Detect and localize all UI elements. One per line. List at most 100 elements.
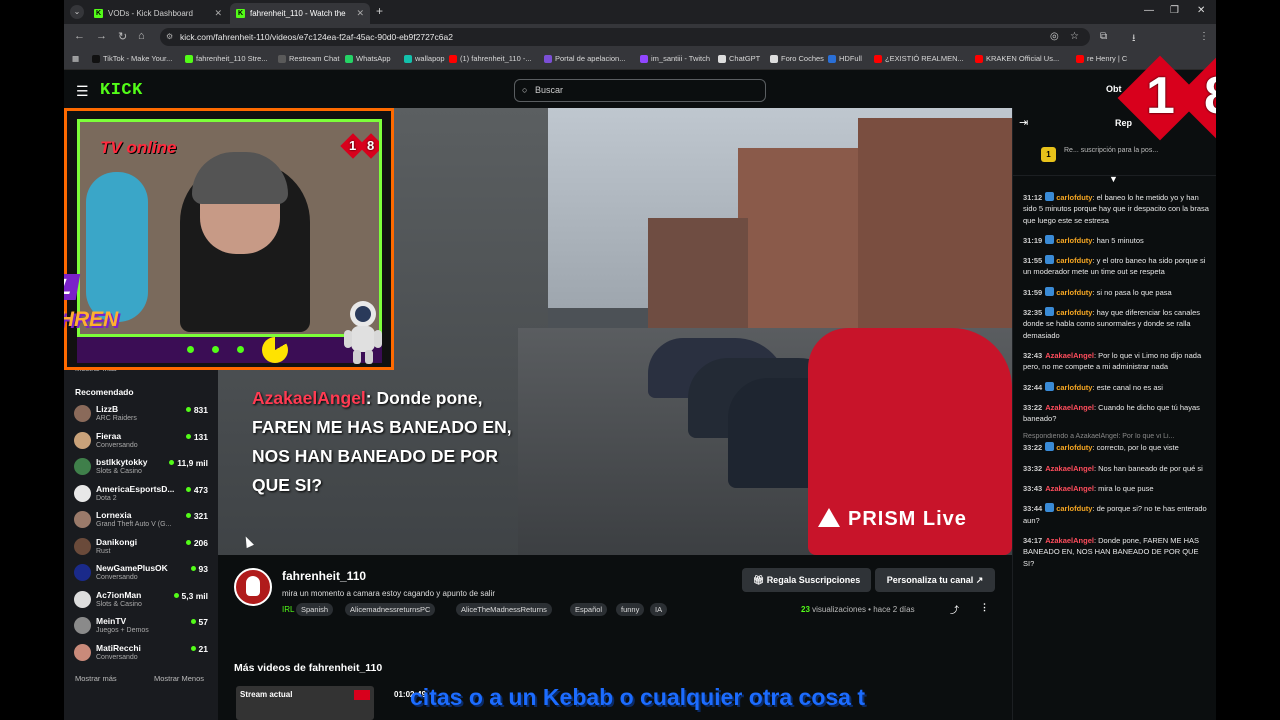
bookmark-item[interactable]: Foro Coches — [770, 54, 824, 63]
pac-dot — [212, 346, 219, 353]
site-info-icon[interactable]: ⚙ — [166, 28, 173, 46]
url-field[interactable]: ⚙ kick.com/fahrenheit-110/videos/e7c124e… — [160, 28, 1090, 46]
message-username[interactable]: AzakaelAngel — [1045, 351, 1094, 360]
eye-off-icon[interactable]: ◎ — [1050, 31, 1059, 42]
badge-digit: 1 — [349, 138, 357, 153]
tag-chip[interactable]: AlicemadnessreturnsPC — [345, 603, 436, 616]
message-username[interactable]: carlofduty — [1056, 256, 1092, 265]
message-username[interactable]: AzakaelAngel — [1045, 403, 1094, 412]
gift-subscriptions-button[interactable]: 🎁︎ Regala Suscripciones — [742, 568, 871, 592]
tag-chip[interactable]: IA — [650, 603, 668, 616]
bookmark-item[interactable]: ¿EXISTIÓ REALMEN... — [874, 54, 964, 63]
forward-icon[interactable]: → — [96, 30, 107, 42]
tag-chip[interactable]: Español — [570, 603, 608, 616]
message-username[interactable]: carlofduty — [1056, 504, 1092, 513]
close-tab-icon[interactable]: ✕ — [356, 8, 364, 19]
channel-category: Slots & Casino — [96, 468, 142, 475]
tag-chip[interactable]: Spanish — [296, 603, 334, 616]
more-options-icon[interactable]: ⋮ — [980, 602, 989, 613]
hamburger-menu-icon[interactable]: ☰ — [76, 83, 89, 100]
bookmark-item[interactable]: KRAKEN Official Us... — [975, 54, 1059, 63]
views-label: visualizaciones — [812, 605, 866, 614]
message-username[interactable]: AzakaelAngel — [1045, 464, 1094, 473]
reload-icon[interactable]: ↻ — [118, 30, 127, 43]
bookmark-item[interactable]: wallapop — [404, 54, 445, 63]
collapse-chat-icon[interactable]: ⇥ — [1019, 116, 1028, 129]
message-username[interactable]: carlofduty — [1056, 443, 1092, 452]
home-icon[interactable]: ⌂ — [138, 30, 145, 42]
el-fahren-logo: EL FAHREN — [64, 270, 144, 360]
tag-chip[interactable]: funny — [616, 603, 645, 616]
channel-avatar — [74, 431, 91, 449]
browser-tab-vods[interactable]: K VODs - Kick Dashboard ✕ — [88, 3, 228, 24]
new-tab-icon[interactable]: + — [376, 4, 383, 18]
tag-chip[interactable]: AliceTheMadnessReturns — [456, 603, 552, 616]
viewer-count: 57 — [191, 617, 208, 627]
message-username[interactable]: carlofduty — [1056, 193, 1092, 202]
message-time: 33:44 — [1023, 504, 1043, 514]
close-tab-icon[interactable]: ✕ — [214, 8, 222, 19]
search-input[interactable]: ○ Buscar — [514, 79, 766, 102]
bookmark-item[interactable]: HDFull — [828, 54, 862, 63]
bookmark-item[interactable]: Portal de apelacion... — [544, 54, 625, 63]
expand-arrow-icon[interactable]: ▼ — [1109, 174, 1118, 184]
maximize-icon[interactable]: ❐ — [1170, 5, 1179, 16]
overlay-username: AzakaelAngel — [252, 388, 366, 408]
bookmark-favicon-icon — [640, 54, 648, 63]
channel-category: Conversando — [96, 441, 138, 449]
badge-digit: 8 — [1204, 66, 1216, 126]
channel-name[interactable]: fahrenheit_110 — [282, 569, 366, 583]
bookmark-star-icon[interactable]: ☆ — [1070, 31, 1079, 42]
message-username[interactable]: carlofduty — [1056, 288, 1092, 297]
message-username[interactable]: carlofduty — [1056, 308, 1092, 317]
sidebar-channel-item[interactable]: Danikongi Rust 206 — [64, 534, 218, 560]
channel-avatar[interactable] — [234, 568, 272, 606]
message-username[interactable]: carlofduty — [1056, 236, 1092, 245]
sidebar-channel-item[interactable]: Fieraa Conversando 131 — [64, 428, 218, 454]
sidebar-channel-item[interactable]: bstlkkytokky Slots & Casino 11,9 mil — [64, 454, 218, 480]
message-username[interactable]: carlofduty — [1056, 383, 1092, 392]
sidebar-channel-item[interactable]: LizzB ARC Raiders 831 — [64, 401, 218, 427]
bookmark-item[interactable]: TikTok - Make Your... — [92, 54, 172, 63]
building — [648, 218, 748, 338]
kick-header: ☰ KICK ○ Buscar Obt — [64, 72, 1216, 108]
kick-logo[interactable]: KICK — [100, 81, 143, 100]
show-less-link[interactable]: Mostrar Menos — [154, 674, 204, 683]
close-window-icon[interactable]: ✕ — [1197, 5, 1205, 16]
message-time: 32:44 — [1023, 382, 1043, 392]
bookmark-item[interactable]: Restream Chat — [278, 54, 339, 63]
message-time: 33:22 — [1023, 443, 1043, 453]
bookmark-item[interactable]: fahrenheit_110 Stre... — [185, 54, 268, 63]
video-thumbnail[interactable]: Stream actual — [236, 686, 374, 720]
sidebar-channel-item[interactable]: NewGamePlusOK Conversando 93 — [64, 560, 218, 586]
bookmark-item[interactable]: im_santiii - Twitch — [640, 54, 710, 63]
apps-grid-icon[interactable]: ▦ — [72, 54, 79, 63]
chat-message: 31:59 carlofduty: si no pasa lo que pasa — [1023, 286, 1209, 298]
message-username[interactable]: AzakaelAngel — [1045, 484, 1094, 493]
sidebar-channel-item[interactable]: MatiRecchi Conversando 21 — [64, 640, 218, 666]
browser-tab-video[interactable]: K fahrenheit_110 - Watch the ✕ — [230, 3, 370, 24]
bookmark-item[interactable]: WhatsApp — [345, 54, 391, 63]
extensions-icon[interactable]: ⧉ — [1100, 31, 1107, 42]
sidebar-channel-item[interactable]: Lornexia Grand Theft Auto V (G... 321 — [64, 507, 218, 533]
bookmark-item[interactable]: ChatGPT — [718, 54, 760, 63]
channel-name: NewGamePlusOK — [96, 563, 168, 573]
bookmark-label: WhatsApp — [356, 54, 391, 63]
badge-digit: 1 — [1146, 67, 1175, 125]
customize-channel-button[interactable]: Personaliza tu canal ↗ — [875, 568, 995, 592]
category-link[interactable]: IRL — [282, 605, 294, 614]
tab-list-chevron-icon[interactable]: ⌄ — [70, 5, 84, 19]
bookmark-favicon-icon — [828, 54, 836, 63]
sidebar-channel-item[interactable]: Ac7ionMan Slots & Casino 5,3 mil — [64, 587, 218, 613]
message-time: 32:35 — [1023, 308, 1043, 318]
minimize-icon[interactable]: — — [1144, 5, 1154, 16]
message-username[interactable]: AzakaelAngel — [1045, 536, 1094, 545]
sidebar-channel-item[interactable]: MeinTV Juegos + Demos 57 — [64, 613, 218, 639]
back-icon[interactable]: ← — [74, 30, 85, 42]
share-icon[interactable]: ⤴ — [950, 603, 959, 616]
sidebar-channel-item[interactable]: AmericaEsportsD... Dota 2 473 — [64, 481, 218, 507]
message-text: : Nos han baneado de por qué si — [1093, 463, 1203, 473]
show-more-link[interactable]: Mostrar más — [75, 674, 117, 683]
badge-digit: 8 — [367, 138, 375, 153]
bookmark-item[interactable]: (1) fahrenheit_110 -... — [449, 54, 532, 63]
